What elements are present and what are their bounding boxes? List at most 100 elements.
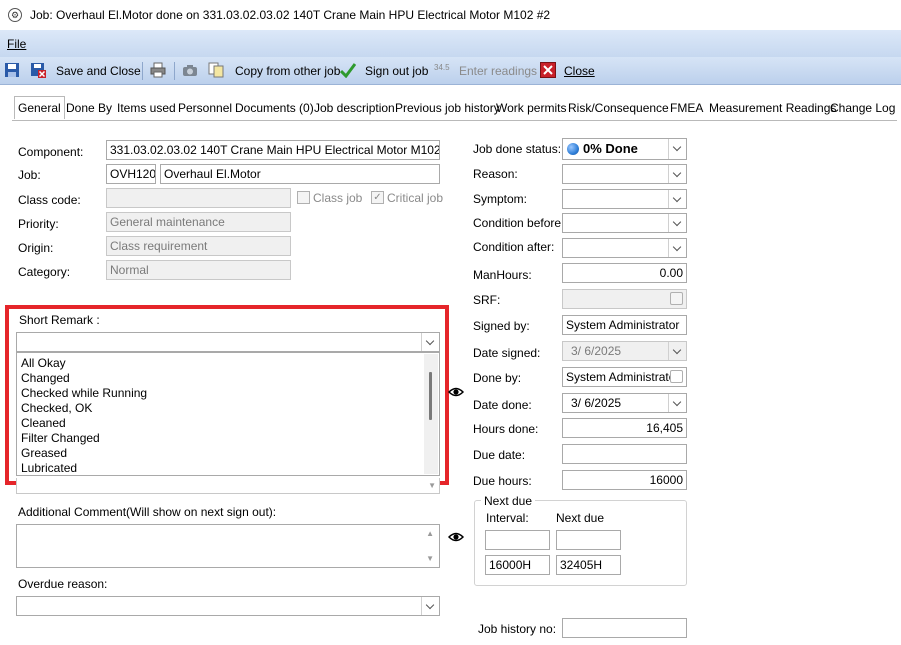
toolbar: Save and Close Copy from other job Sign …	[0, 57, 901, 85]
job-code-field[interactable]: OVH1200	[106, 164, 156, 184]
eye-icon[interactable]	[448, 384, 464, 400]
signed-by-field[interactable]: System Administrator	[562, 315, 687, 335]
priority-field[interactable]: General maintenance	[106, 212, 291, 232]
save-icon[interactable]	[4, 62, 20, 78]
tab-previous-job-history[interactable]: Previous job history	[392, 98, 503, 120]
class-job-checkbox[interactable]	[297, 191, 310, 204]
print-icon[interactable]	[150, 62, 166, 78]
tab-risk-consequence[interactable]: Risk/Consequence	[565, 98, 672, 120]
component-field[interactable]: 331.03.02.03.02 140T Crane Main HPU Elec…	[106, 140, 440, 160]
job-done-status-value: 0% Done	[583, 141, 638, 156]
camera-icon[interactable]	[182, 62, 198, 78]
chevron-down-icon[interactable]	[668, 394, 686, 412]
short-remark-option[interactable]: Checked, OK	[21, 401, 92, 416]
class-code-label: Class code:	[18, 193, 81, 207]
tab-measurement-readings[interactable]: Measurement Readings	[706, 98, 839, 120]
additional-comment-textarea[interactable]: ▲ ▼	[16, 524, 440, 568]
date-done-picker[interactable]: 3/ 6/2025	[562, 393, 687, 413]
scroll-down-arrow-icon[interactable]: ▼	[428, 481, 436, 490]
hours-done-field[interactable]: 16,405	[562, 418, 687, 438]
list-scrollbar[interactable]	[424, 354, 438, 474]
chevron-down-icon[interactable]	[668, 190, 686, 208]
date-signed-value: 3/ 6/2025	[571, 344, 622, 358]
short-remark-option[interactable]: Lubricated	[21, 461, 77, 476]
short-remark-option[interactable]: Filter Changed	[21, 431, 100, 446]
app-gear-icon: ⚙	[8, 8, 22, 22]
srf-field[interactable]	[562, 289, 687, 309]
short-remark-option[interactable]: Checked while Running	[21, 386, 147, 401]
condition-after-combobox[interactable]	[562, 238, 687, 258]
scrollbar-thumb[interactable]	[429, 372, 432, 420]
chevron-down-icon[interactable]	[668, 165, 686, 183]
interval-value-field[interactable]: 16000H	[485, 555, 550, 575]
checkmark-icon	[340, 63, 356, 78]
tab-documents[interactable]: Documents (0)	[232, 98, 317, 120]
close-icon	[540, 62, 556, 78]
short-remark-option[interactable]: All Okay	[21, 356, 66, 371]
enter-readings-button[interactable]: Enter readings	[459, 62, 537, 80]
tab-fmea[interactable]: FMEA	[667, 98, 706, 120]
reason-combobox[interactable]	[562, 164, 687, 184]
critical-job-checkbox[interactable]: ✓	[371, 191, 384, 204]
tab-job-description[interactable]: Job description	[311, 98, 398, 120]
done-by-button[interactable]	[670, 370, 683, 383]
condition-before-combobox[interactable]	[562, 213, 687, 233]
short-remark-option[interactable]: Greased	[21, 446, 67, 461]
chevron-down-icon[interactable]	[421, 333, 439, 351]
short-remark-combobox[interactable]	[16, 332, 440, 352]
interval-input[interactable]	[485, 530, 550, 550]
scroll-up-arrow-icon[interactable]: ▲	[426, 529, 434, 538]
category-field[interactable]: Normal	[106, 260, 291, 280]
critical-job-label: Critical job	[387, 191, 444, 205]
menu-file[interactable]: File	[7, 37, 26, 51]
save-and-close-button[interactable]: Save and Close	[56, 62, 141, 80]
next-due-group-label: Next due	[481, 494, 536, 508]
job-name-field[interactable]: Overhaul El.Motor	[160, 164, 440, 184]
sign-out-job-button[interactable]: Sign out job	[365, 62, 428, 80]
menu-bar: File	[0, 30, 901, 57]
overdue-reason-combobox[interactable]	[16, 596, 440, 616]
scroll-down-arrow-icon[interactable]: ▼	[426, 554, 434, 563]
eye-icon[interactable]	[448, 529, 464, 545]
tab-change-log[interactable]: Change Log	[827, 98, 898, 120]
tab-general[interactable]: General	[14, 96, 65, 119]
hours-done-label: Hours done:	[473, 422, 539, 436]
due-date-field[interactable]	[562, 444, 687, 464]
chevron-down-icon[interactable]	[668, 342, 686, 360]
srf-button[interactable]	[670, 292, 683, 305]
tab-items-used[interactable]: Items used	[114, 98, 179, 120]
short-remark-dropdown-list[interactable]: All Okay Changed Checked while Running C…	[16, 352, 440, 476]
chevron-down-icon[interactable]	[668, 239, 686, 257]
tab-work-permits[interactable]: Work permits	[493, 98, 569, 120]
symptom-combobox[interactable]	[562, 189, 687, 209]
job-history-no-field[interactable]	[562, 618, 687, 638]
manhours-field[interactable]: 0.00	[562, 263, 687, 283]
job-history-no-label: Job history no:	[478, 622, 557, 636]
tab-strip: General Done By Items used Personnel Doc…	[12, 96, 898, 120]
class-code-field[interactable]	[106, 188, 291, 208]
toolbar-separator	[142, 62, 143, 80]
tab-done-by[interactable]: Done By	[63, 98, 115, 120]
due-hours-field[interactable]: 16000	[562, 470, 687, 490]
overdue-reason-label: Overdue reason:	[18, 577, 108, 591]
tab-personnel[interactable]: Personnel	[175, 98, 235, 120]
condition-after-label: Condition after:	[473, 240, 555, 254]
date-signed-picker[interactable]: 3/ 6/2025	[562, 341, 687, 361]
copy-from-other-job-button[interactable]: Copy from other job	[235, 62, 340, 80]
chevron-down-icon[interactable]	[668, 139, 686, 159]
chevron-down-icon[interactable]	[668, 214, 686, 232]
short-remark-textbox[interactable]: ▼	[16, 478, 440, 494]
close-button[interactable]: Close	[564, 62, 595, 80]
next-due-value-field[interactable]: 32405H	[556, 555, 621, 575]
category-label: Category:	[18, 265, 71, 279]
title-bar: ⚙ Job: Overhaul El.Motor done on 331.03.…	[0, 0, 901, 30]
component-label: Component:	[18, 145, 84, 159]
short-remark-option[interactable]: Changed	[21, 371, 70, 386]
job-done-status-combobox[interactable]: 0% Done	[562, 138, 687, 160]
chevron-down-icon[interactable]	[421, 597, 439, 615]
origin-field[interactable]: Class requirement	[106, 236, 291, 256]
short-remark-option[interactable]: Cleaned	[21, 416, 66, 431]
next-due-input[interactable]	[556, 530, 621, 550]
window-title: Job: Overhaul El.Motor done on 331.03.02…	[30, 8, 551, 22]
done-by-field[interactable]: System Administrator	[562, 367, 687, 387]
